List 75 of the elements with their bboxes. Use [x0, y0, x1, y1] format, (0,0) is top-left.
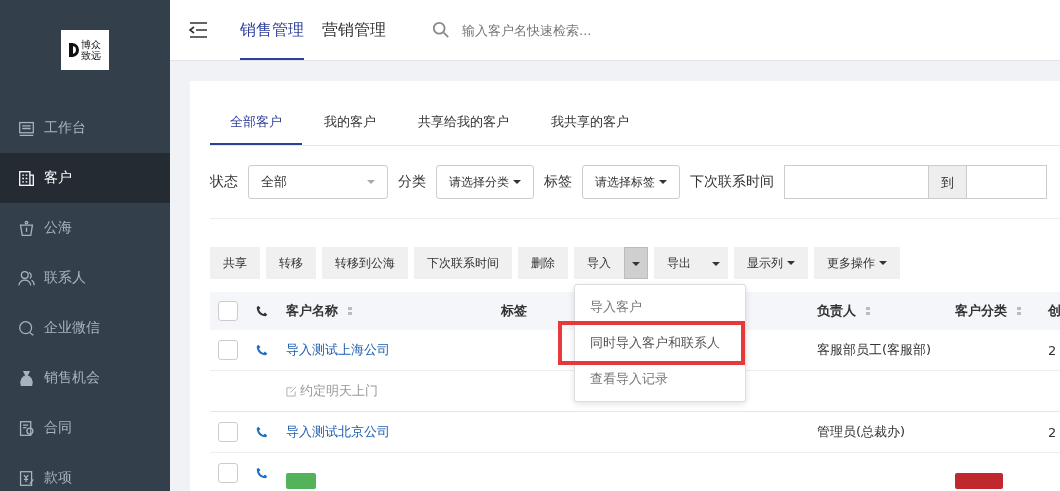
action-button[interactable]: 下次联系时间: [414, 247, 512, 279]
range-separator: 到: [929, 165, 967, 199]
category-select[interactable]: 请选择分类: [436, 165, 534, 199]
date-field[interactable]: [967, 165, 1047, 199]
sidebar-item[interactable]: 销售机会: [0, 353, 170, 403]
dropdown-toggle[interactable]: [704, 247, 728, 279]
phone-icon[interactable]: [256, 467, 268, 479]
customer-link[interactable]: 导入测试上海公司: [286, 341, 390, 359]
document-icon: [18, 419, 35, 437]
caret-icon: [513, 180, 521, 184]
sidebar-item[interactable]: 客户: [0, 153, 170, 203]
filter-label: 状态: [210, 173, 238, 191]
search-icon: [432, 21, 450, 39]
action-button[interactable]: 删除: [518, 247, 568, 279]
column-header[interactable]: 客户分类: [955, 302, 1048, 320]
basket-icon: [18, 219, 35, 237]
money-bag-icon: [18, 369, 35, 387]
action-button[interactable]: 导入: [574, 247, 624, 279]
action-button[interactable]: 共享: [210, 247, 260, 279]
table-cell: 客服部员工(客服部): [817, 342, 932, 357]
column-header[interactable]: 负责人: [817, 302, 955, 320]
building-icon: [18, 169, 35, 187]
sidebar-item[interactable]: 工作台: [0, 103, 170, 153]
customer-link[interactable]: 导入测试北京公司: [286, 423, 390, 441]
caret-icon: [659, 180, 667, 184]
customer-tab[interactable]: 共享给我的客户: [418, 105, 509, 145]
phone-icon[interactable]: [256, 426, 268, 438]
checkbox[interactable]: [218, 422, 238, 442]
action-button[interactable]: 转移到公海: [322, 247, 408, 279]
logo-text: 博众 致远: [81, 39, 101, 61]
nav-tab[interactable]: 营销管理: [322, 0, 386, 60]
status-select[interactable]: 全部: [248, 165, 388, 199]
status-tag: [286, 473, 316, 489]
table-cell: 2: [1048, 424, 1057, 440]
action-button[interactable]: 导出: [654, 247, 704, 279]
caret-icon: [367, 180, 375, 184]
filter-label: 分类: [398, 173, 426, 191]
date-field[interactable]: [784, 165, 929, 199]
menu-button[interactable]: 显示列: [734, 247, 808, 279]
filter-label: 下次联系时间: [690, 173, 774, 191]
phone-icon: [256, 305, 268, 317]
nav-tab[interactable]: 销售管理: [240, 0, 304, 60]
document-icon: [18, 469, 35, 487]
table-cell: 2: [1048, 342, 1057, 358]
column-header[interactable]: 客户名称: [286, 302, 501, 320]
sort-icon[interactable]: [1017, 307, 1021, 315]
sort-icon[interactable]: [348, 307, 352, 315]
tag-select[interactable]: 请选择标签: [582, 165, 680, 199]
sidebar-item[interactable]: 公海: [0, 203, 170, 253]
sidebar-item[interactable]: 款项: [0, 453, 170, 491]
sort-icon[interactable]: [866, 307, 870, 315]
dropdown-toggle[interactable]: [624, 247, 648, 279]
customer-tab[interactable]: 我共享的客户: [551, 105, 629, 145]
column-header: 创: [1048, 302, 1060, 320]
menu-item[interactable]: 同时导入客户和联系人: [558, 321, 745, 365]
checkbox[interactable]: [218, 463, 238, 483]
sidebar-item[interactable]: 合同: [0, 403, 170, 453]
category-tag: [955, 473, 1003, 489]
note-text: 约定明天上门: [300, 382, 378, 400]
phone-icon[interactable]: [256, 344, 268, 356]
checkbox[interactable]: [218, 340, 238, 360]
people-icon: [18, 269, 35, 287]
monitor-icon: [18, 119, 35, 137]
menu-collapse-icon[interactable]: [188, 22, 208, 38]
menu-button[interactable]: 更多操作: [813, 247, 900, 279]
action-button[interactable]: 转移: [266, 247, 316, 279]
filter-label: 标签: [544, 173, 572, 191]
sidebar-item[interactable]: 企业微信: [0, 303, 170, 353]
checkbox[interactable]: [218, 301, 238, 321]
edit-icon: [286, 385, 297, 397]
customer-tab[interactable]: 全部客户: [210, 105, 302, 145]
column-header: 标签: [501, 303, 527, 318]
customer-tab[interactable]: 我的客户: [324, 105, 376, 145]
sidebar-item[interactable]: 联系人: [0, 253, 170, 303]
table-cell: 管理员(总裁办): [817, 424, 906, 439]
